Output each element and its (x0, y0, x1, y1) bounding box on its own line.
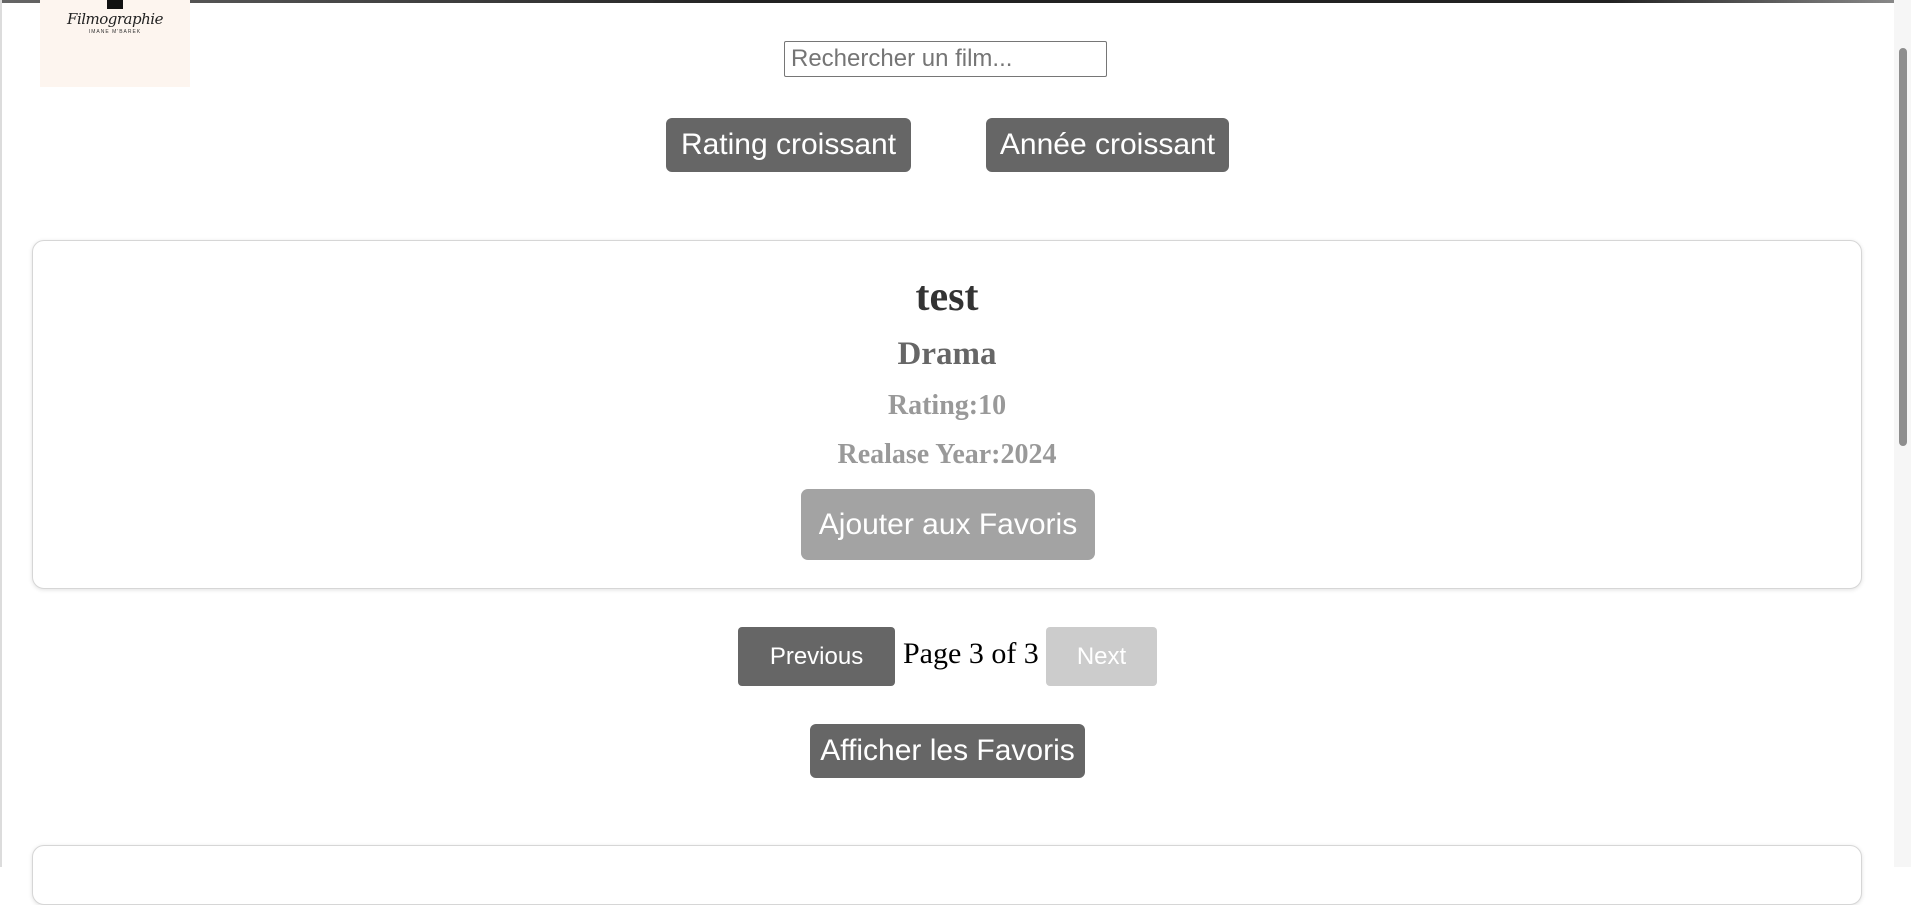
site-logo[interactable]: Filmographie IMANE M'BAREK (40, 0, 190, 87)
add-to-favorites-button[interactable]: Ajouter aux Favoris (801, 489, 1095, 560)
movie-rating: Rating:10 (887, 390, 1007, 421)
top-hat-icon (107, 0, 123, 9)
scrollbar-thumb[interactable] (1899, 48, 1907, 446)
sort-rating-button[interactable]: Rating croissant (666, 118, 911, 172)
logo-subtitle: IMANE M'BAREK (88, 29, 142, 35)
next-page-button[interactable]: Next (1046, 627, 1157, 686)
movie-title: test (915, 274, 979, 320)
previous-page-button[interactable]: Previous (738, 627, 895, 686)
sort-year-button[interactable]: Année croissant (986, 118, 1229, 172)
top-border (0, 0, 1894, 3)
movie-card: test Drama Rating:10 Realase Year:2024 A… (32, 240, 1862, 589)
logo-script-text: Filmographie (67, 10, 163, 28)
left-edge (0, 0, 2, 867)
page-indicator: Page 3 of 3 (903, 637, 1039, 670)
movie-release-year: Realase Year:2024 (837, 439, 1057, 470)
search-input[interactable] (784, 41, 1107, 77)
favorites-card (32, 845, 1862, 905)
movie-genre: Drama (897, 336, 997, 372)
show-favorites-button[interactable]: Afficher les Favoris (810, 724, 1085, 778)
